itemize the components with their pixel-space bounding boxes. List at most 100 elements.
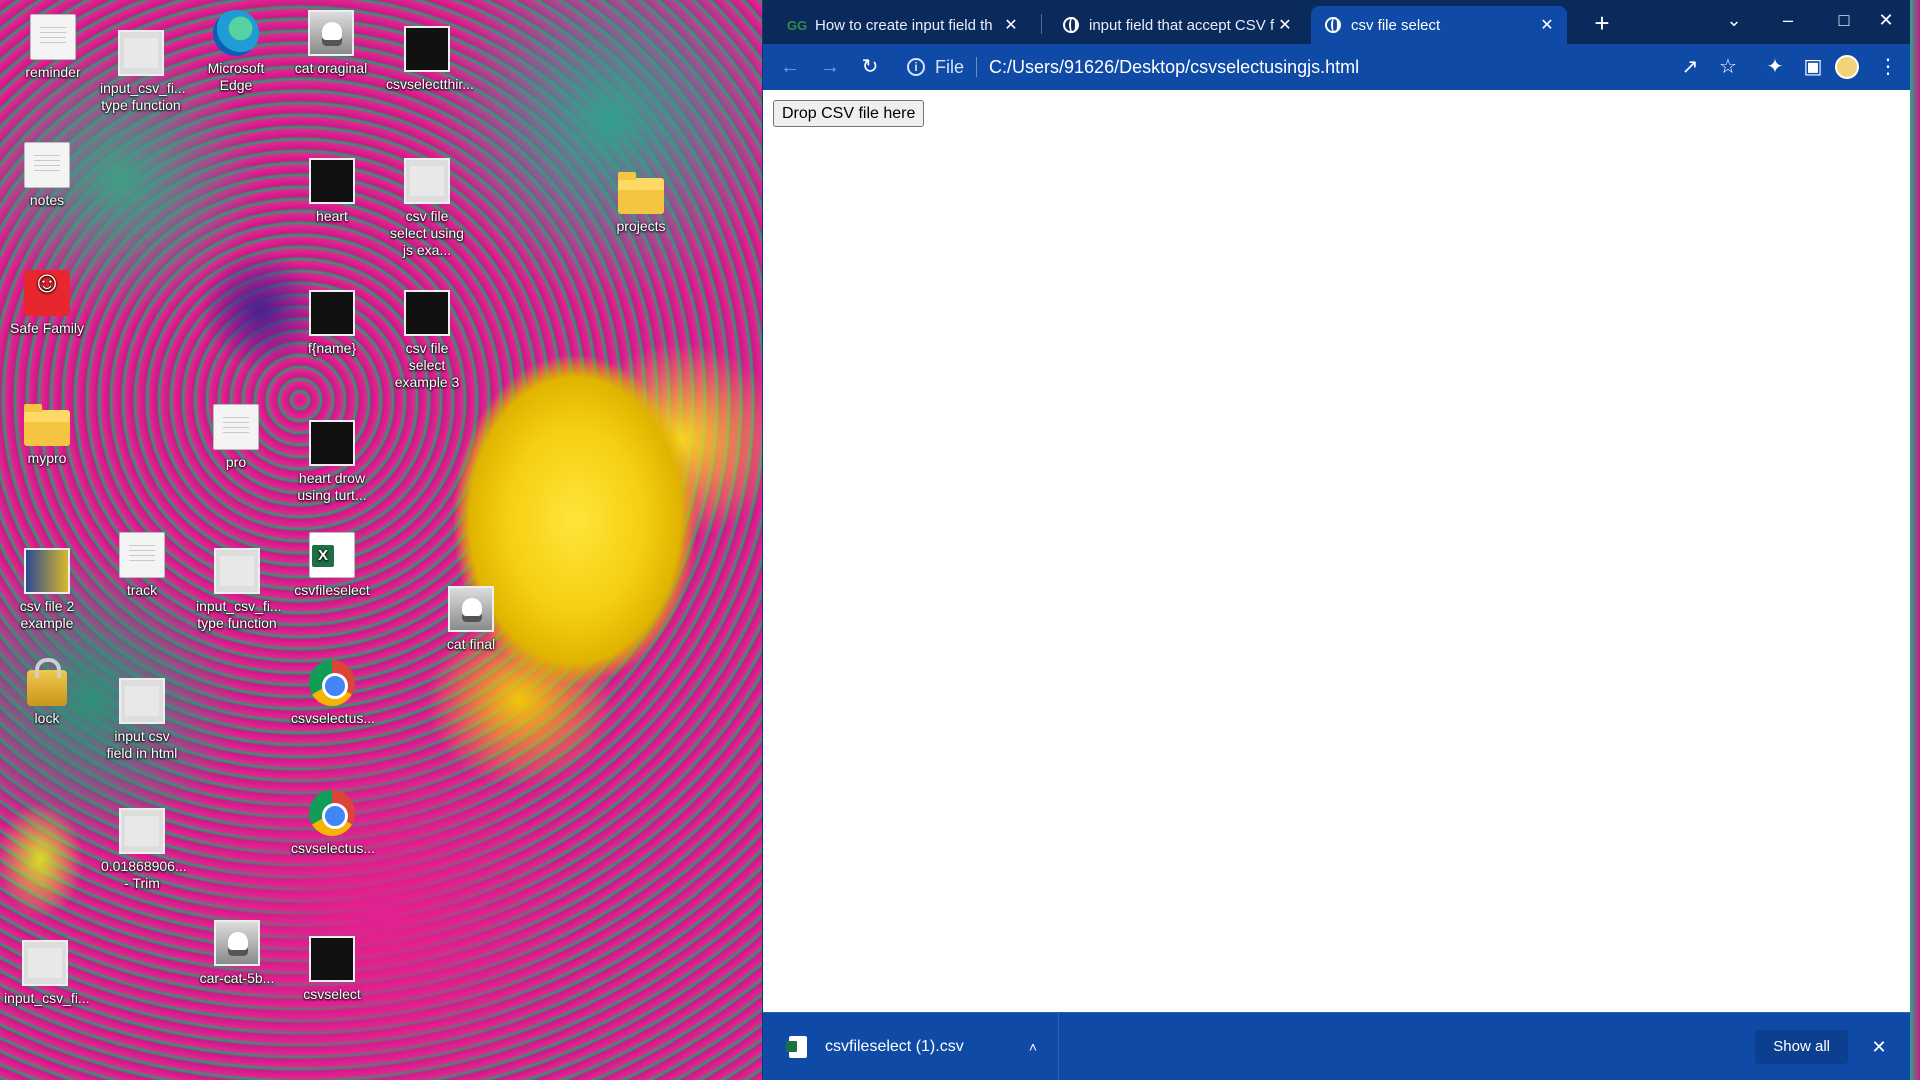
desktop-icon-reminder[interactable]: reminder: [12, 14, 94, 81]
share-icon[interactable]: ↗: [1675, 52, 1705, 82]
desktop-icon-label: csvselectus...: [291, 710, 376, 726]
video-file-icon: [119, 808, 165, 854]
desktop-icon-trim-video[interactable]: 0.01868906... - Trim: [101, 808, 187, 892]
desktop-icon-heart[interactable]: heart: [291, 158, 373, 225]
info-icon[interactable]: i: [907, 58, 925, 76]
text-file-icon: [119, 532, 165, 578]
tab-title: csv file select: [1351, 16, 1441, 34]
tab-input-field-csv[interactable]: input field that accept CSV f ✕: [1049, 6, 1305, 44]
tab-divider: [1041, 14, 1042, 34]
desktop-icon-pro[interactable]: pro: [195, 404, 277, 471]
desktop-icon-csv-file-select-example-3[interactable]: csv file select example 3: [386, 290, 468, 391]
desktop-icon-mypro[interactable]: mypro: [6, 400, 88, 467]
desktop-icon-fname[interactable]: f{name}: [291, 290, 373, 357]
desktop-icon-notes[interactable]: notes: [6, 142, 88, 209]
tab-search-chevron-icon[interactable]: ⌄: [1711, 0, 1757, 44]
desktop-icon-label: cat oraginal: [294, 60, 368, 76]
tab-title: How to create input field th: [815, 16, 993, 34]
desktop-icon-input-csv-type-function[interactable]: input_csv_fi... type function: [100, 30, 186, 114]
chrome-browser-icon: [309, 790, 355, 836]
desktop-icon-projects[interactable]: projects: [600, 168, 682, 235]
download-file-name[interactable]: csvfileselect (1).csv: [825, 1038, 1018, 1056]
new-tab-button[interactable]: +: [1587, 8, 1617, 38]
extensions-puzzle-icon[interactable]: ✦: [1760, 52, 1790, 82]
desktop-icon-label: car-cat-5b...: [199, 970, 275, 986]
desktop-icon-label: lock: [34, 710, 60, 726]
reload-icon[interactable]: ↻: [855, 52, 885, 82]
desktop-icon-csv-file-2-example[interactable]: csv file 2 example: [6, 548, 88, 632]
close-icon[interactable]: ✕: [1537, 15, 1557, 35]
close-icon[interactable]: ✕: [1001, 15, 1021, 35]
desktop-icon-csvselect[interactable]: csvselect: [291, 936, 373, 1003]
url-divider: [976, 57, 978, 77]
minimize-button[interactable]: –: [1765, 0, 1811, 44]
desktop-icon-lock[interactable]: lock: [6, 658, 88, 727]
lock-icon: [27, 658, 67, 706]
bookmark-star-icon[interactable]: ☆: [1713, 52, 1743, 82]
desktop-icon-label: projects: [616, 218, 666, 234]
text-file-icon: [30, 14, 76, 60]
menu-kebab-icon[interactable]: ⋮: [1873, 52, 1903, 82]
close-icon[interactable]: ✕: [1275, 15, 1295, 35]
drop-csv-button[interactable]: Drop CSV file here: [773, 100, 925, 127]
tab-title: input field that accept CSV f: [1089, 16, 1275, 34]
desktop-icon-input-csv-type-function-2[interactable]: input_csv_fi... type function: [196, 548, 282, 632]
video-file-icon: [404, 158, 450, 204]
video-file-icon: [404, 290, 450, 336]
desktop-icon-csvselectus-1[interactable]: csvselectus...: [291, 660, 376, 727]
desktop-icon-microsoft-edge[interactable]: Microsoft Edge: [195, 10, 277, 94]
forward-arrow-icon[interactable]: →: [815, 52, 845, 82]
globe-icon: [1325, 17, 1341, 33]
page-content: Drop CSV file here: [763, 90, 1910, 1012]
back-arrow-icon[interactable]: ←: [775, 52, 805, 82]
window-close-button[interactable]: ✕: [1863, 0, 1909, 44]
desktop-icon-csvfileselect[interactable]: csvfileselect: [291, 532, 373, 599]
maximize-button[interactable]: □: [1821, 0, 1867, 44]
desktop-icon-input-csv-fi[interactable]: input_csv_fi...: [4, 940, 90, 1007]
desktop-icon-label: input_csv_fi...: [4, 990, 90, 1006]
desktop-icon-label: input csv field in html: [106, 728, 178, 761]
desktop-icon-label: cat final: [446, 636, 496, 652]
desktop-icon-track[interactable]: track: [101, 532, 183, 599]
profile-avatar[interactable]: [1835, 55, 1859, 79]
desktop-icon-input-csv-field-in-html[interactable]: input csv field in html: [101, 678, 183, 762]
image-file-icon: [308, 10, 354, 56]
image-file-icon: [448, 586, 494, 632]
desktop-icon-csv-file-select-using-js[interactable]: csv file select using js exa...: [386, 158, 468, 259]
video-file-icon: [309, 158, 355, 204]
tab-csv-file-select[interactable]: csv file select ✕: [1311, 6, 1567, 44]
download-item[interactable]: csvfileselect (1).csv ˄: [763, 1013, 1059, 1080]
tab-geeksforgeeks[interactable]: GG How to create input field th ✕: [773, 6, 1031, 44]
desktop-icon-label: f{name}: [307, 340, 357, 356]
desktop-icon-label: csvselectthir...: [386, 76, 474, 92]
text-file-icon: [213, 404, 259, 450]
desktop-icon-label: csvselect: [303, 986, 361, 1002]
desktop-icon-label: Microsoft Edge: [207, 60, 265, 93]
video-file-icon: [309, 936, 355, 982]
chevron-up-icon[interactable]: ˄: [1018, 1039, 1048, 1055]
browser-window: GG How to create input field th ✕ input …: [762, 0, 1910, 1080]
desktop-icon-heart-drow[interactable]: heart drow using turt...: [291, 420, 373, 504]
show-all-button[interactable]: Show all: [1755, 1030, 1848, 1064]
desktop-icon-label: heart: [316, 208, 348, 224]
url-text[interactable]: C:/Users/91626/Desktop/csvselectusingjs.…: [989, 57, 1359, 78]
desktop-icon-csvselectus-2[interactable]: csvselectus...: [291, 790, 375, 857]
desktop-icon-label: notes: [29, 192, 65, 208]
desktop-icon-label: mypro: [27, 450, 67, 466]
desktop-icon-safe-family[interactable]: Safe Family: [6, 270, 88, 337]
video-file-icon: [309, 290, 355, 336]
video-file-icon: [118, 30, 164, 76]
desktop-icon-car-cat[interactable]: car-cat-5b...: [196, 920, 278, 987]
desktop-icon-cat-final[interactable]: cat final: [430, 586, 512, 653]
desktop-icon-label: 0.01868906... - Trim: [101, 858, 187, 891]
side-panel-icon[interactable]: ▣: [1798, 52, 1828, 82]
desktop-icon-cat-oraginal[interactable]: cat oraginal: [290, 10, 372, 77]
desktop-icon-csvselectthir[interactable]: csvselectthir...: [386, 26, 474, 93]
desktop-icon-label: input_csv_fi... type function: [196, 598, 282, 631]
csv-file-icon: [786, 1036, 807, 1058]
video-file-icon: [309, 420, 355, 466]
address-bar[interactable]: i File C:/Users/91626/Desktop/csvselectu…: [901, 50, 1671, 84]
desktop-icon-label: Safe Family: [10, 320, 84, 336]
desktop-icon-label: csv file select using js exa...: [390, 208, 464, 258]
close-download-bar-button[interactable]: ✕: [1864, 1030, 1894, 1064]
